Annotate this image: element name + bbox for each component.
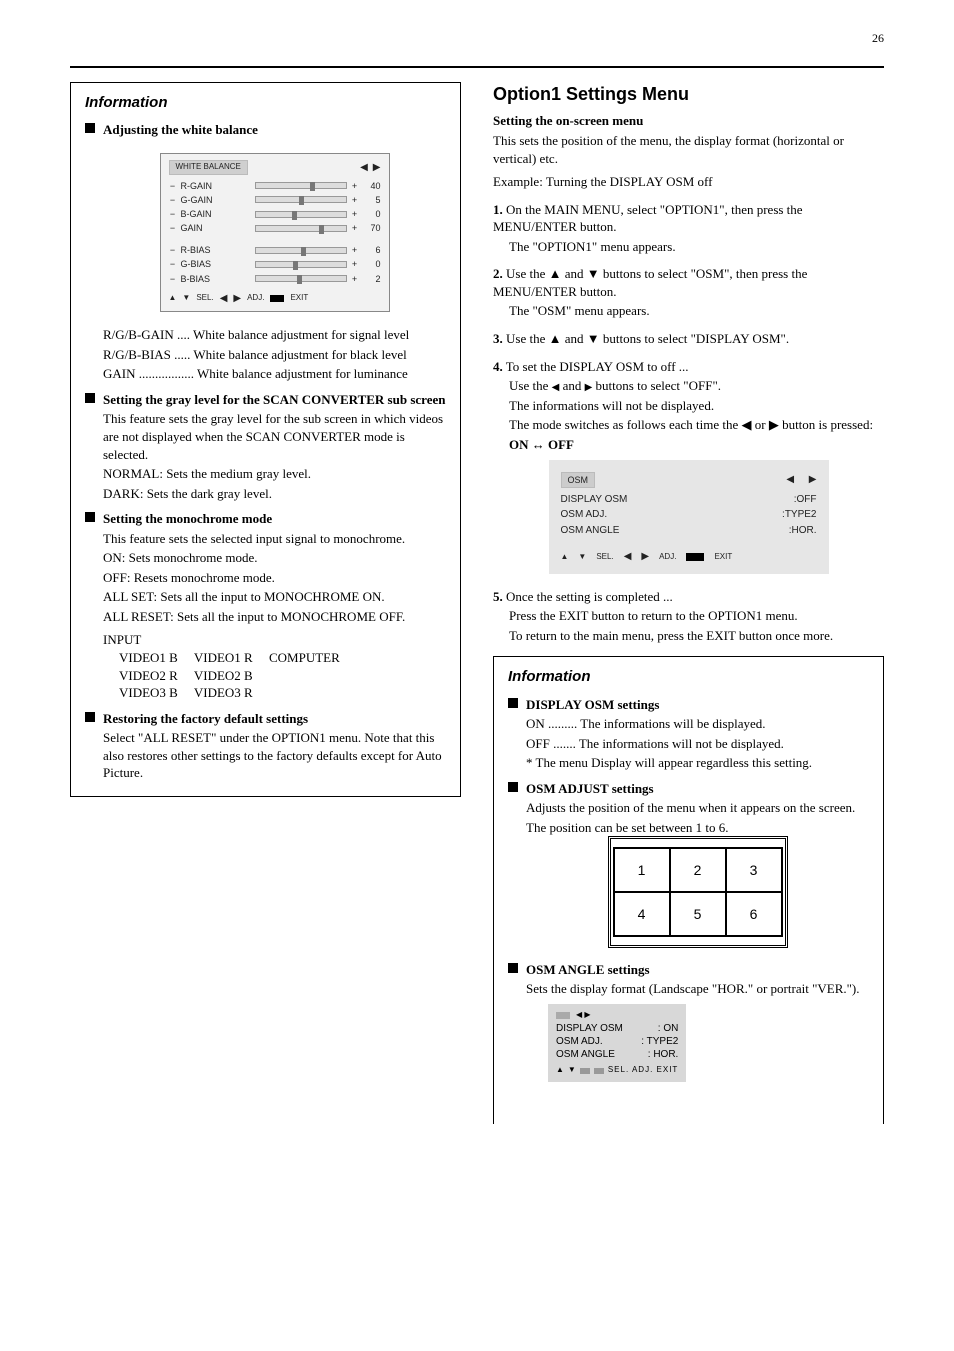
opt: OFF ....... The informations will not be… (526, 735, 869, 753)
slider-row: −G-BIAS+0 (169, 257, 381, 271)
slider-row: −B-GAIN+0 (169, 207, 381, 221)
osd-row: OSM ADJ. :TYPE2 (561, 507, 817, 523)
osd-row: OSM ANGLE :HOR. (561, 523, 817, 539)
opt: NORMAL: Sets the medium gray level. (103, 465, 446, 483)
left-column: Information Adjusting the white balance … (70, 82, 461, 1124)
item-desc: This feature sets the selected input sig… (103, 530, 446, 548)
screen-position-grid: 1 2 3 4 5 6 (608, 836, 788, 948)
osd-row: DISPLAY OSM :OFF (561, 492, 817, 508)
osd-footer: SEL. ADJ. EXIT (561, 550, 817, 564)
osd-footer-adj: ADJ. (247, 293, 264, 304)
bullet-icon (508, 782, 518, 792)
wb-line: R/G/B-BIAS ..... White balance adjustmen… (103, 346, 446, 364)
info-item-display-osm: DISPLAY OSM settings ON ......... The in… (508, 696, 869, 772)
example-label: Example: Turning the DISPLAY OSM off (493, 173, 884, 191)
screen-cell: 3 (726, 848, 782, 892)
osd-footer-sel: SEL. (196, 293, 213, 304)
slider-row: −R-BIAS+6 (169, 243, 381, 257)
extra: ALL SET: Sets all the input to MONOCHROM… (103, 588, 446, 606)
item-restoring: Restoring the factory default settings S… (85, 710, 446, 782)
osd-white-balance: WHITE BALANCE −R-GAIN+40 −G-GAIN+5 −B-GA… (160, 153, 390, 312)
input-label: INPUT (103, 631, 446, 649)
bullet-icon (85, 512, 95, 522)
osd-tab: WHITE BALANCE (169, 160, 248, 175)
bullet-icon (85, 712, 95, 722)
info-item-osm-adjust: OSM ADJUST settings Adjusts the position… (508, 780, 869, 953)
input-row: VIDEO1 B VIDEO1 R COMPUTER (119, 649, 446, 667)
info-item-osm-angle: OSM ANGLE settings Sets the display form… (508, 961, 869, 1084)
information-heading-right: Information (508, 667, 869, 687)
item-title: Restoring the factory default settings (103, 710, 446, 728)
right-column: Option1 Settings Menu Setting the on-scr… (493, 82, 884, 1124)
screen-cell: 6 (726, 892, 782, 936)
screen-cell: 5 (670, 892, 726, 936)
section-title: Option1 Settings Menu (493, 82, 884, 106)
slider-group-bias: −R-BIAS+6 −G-BIAS+0 −B-BIAS+2 (169, 243, 381, 285)
osd-option1-osm: OSM DISPLAY OSM :OFF OSM ADJ. :TYPE2 (549, 460, 829, 574)
item-desc: Sets the display format (Landscape "HOR.… (526, 980, 869, 998)
item-title: Setting the gray level for the SCAN CONV… (103, 391, 446, 409)
page-number: 26 (70, 30, 884, 46)
bullet-icon (85, 393, 95, 403)
screen-cell: 1 (614, 848, 670, 892)
slider-row: −R-GAIN+40 (169, 179, 381, 193)
item-desc: Adjusts the position of the menu when it… (526, 799, 869, 817)
triangle-right-icon (809, 473, 817, 487)
opt: ON ......... The informations will be di… (526, 715, 869, 733)
input-row: VIDEO2 R VIDEO2 B (119, 667, 446, 685)
osd-footer-exit: EXIT (290, 293, 308, 304)
extra: ALL RESET: Sets all the input to MONOCHR… (103, 608, 446, 626)
wb-line: GAIN ................. White balance adj… (103, 365, 446, 383)
item-title: Setting the monochrome mode (103, 510, 446, 528)
information-heading-left: Information (85, 93, 446, 113)
opt: DARK: Sets the dark gray level. (103, 485, 446, 503)
item-desc: This feature sets the gray level for the… (103, 410, 446, 463)
step-1: 1. On the MAIN MENU, select "OPTION1", t… (493, 201, 884, 256)
intro: This sets the position of the menu, the … (493, 132, 884, 167)
slider-group-gain: −R-GAIN+40 −G-GAIN+5 −B-GAIN+0 −GAIN+70 (169, 179, 381, 236)
triangle-right-icon (585, 381, 593, 393)
step-4: 4. To set the DISPLAY OSM to off ... Use… (493, 358, 884, 454)
item-title: OSM ADJUST settings (526, 780, 869, 798)
item-desc: Select "ALL RESET" under the OPTION1 men… (103, 729, 446, 782)
note: * The menu Display will appear regardles… (526, 754, 869, 772)
triangle-left-icon (786, 473, 794, 487)
step-5: 5. Once the setting is completed ... Pre… (493, 588, 884, 645)
slider-row: −B-BIAS+2 (169, 272, 381, 286)
screen-cell: 2 (670, 848, 726, 892)
step-3: 3. Use the ▲ and ▼ buttons to select "DI… (493, 330, 884, 348)
bullet-icon (508, 698, 518, 708)
information-box-right: Information DISPLAY OSM settings ON ....… (493, 656, 884, 1124)
item-monochrome: Setting the monochrome mode This feature… (85, 510, 446, 701)
osd-footer: SEL. ADJ. EXIT (169, 292, 381, 306)
screen-cell: 4 (614, 892, 670, 936)
osd-tab: OSM (561, 472, 596, 488)
subheading: Setting the on-screen menu (493, 112, 884, 130)
item-desc2: The position can be set between 1 to 6. (526, 819, 869, 837)
slider-row: −G-GAIN+5 (169, 193, 381, 207)
opt: ON: Sets monochrome mode. (103, 549, 446, 567)
step-2: 2. Use the ▲ and ▼ buttons to select "OS… (493, 265, 884, 320)
item-title: DISPLAY OSM settings (526, 696, 869, 714)
item-title: OSM ANGLE settings (526, 961, 869, 979)
opt: OFF: Resets monochrome mode. (103, 569, 446, 587)
item-title: Adjusting the white balance (103, 121, 446, 139)
input-row: VIDEO3 B VIDEO3 R (119, 684, 446, 702)
slider-row: −GAIN+70 (169, 221, 381, 235)
triangle-right-icon (373, 162, 381, 172)
item-white-balance: Adjusting the white balance WHITE BALANC… (85, 121, 446, 382)
bullet-icon (508, 963, 518, 973)
osd-mini-preview: ◀ ▶ DISPLAY OSM: ON OSM ADJ.: TYPE2 OSM … (548, 1004, 686, 1082)
triangle-left-icon (360, 162, 368, 172)
information-box-left: Information Adjusting the white balance … (70, 82, 461, 797)
wb-line: R/G/B-GAIN .... White balance adjustment… (103, 326, 446, 344)
triangle-left-icon (552, 381, 560, 393)
item-gray-level: Setting the gray level for the SCAN CONV… (85, 391, 446, 502)
top-rule (70, 66, 884, 68)
two-column-layout: Information Adjusting the white balance … (70, 82, 884, 1124)
bullet-icon (85, 123, 95, 133)
